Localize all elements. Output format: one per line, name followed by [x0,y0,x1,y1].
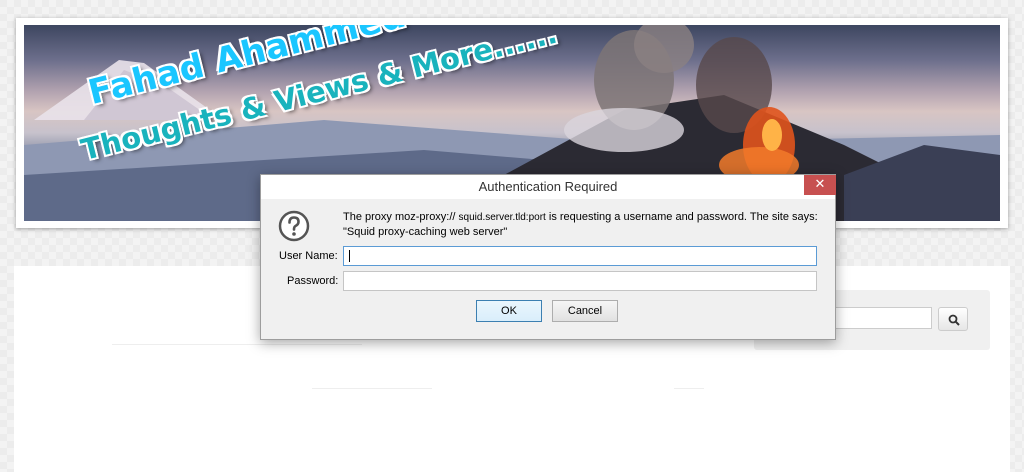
proxy-realm: "Squid proxy-caching web server" [343,226,508,238]
close-icon: ✕ [814,177,826,192]
auth-dialog: Authentication Required ✕ The proxy moz-… [260,174,836,340]
divider [312,388,432,389]
close-button[interactable]: ✕ [804,175,836,195]
question-icon [278,210,310,242]
search-icon [948,314,960,326]
search-button[interactable] [938,307,968,331]
divider [674,388,704,389]
password-field[interactable] [343,271,817,291]
ok-button[interactable]: OK [476,300,542,322]
cancel-button[interactable]: Cancel [552,300,618,322]
dialog-titlebar[interactable]: Authentication Required ✕ [261,175,836,199]
search-input[interactable] [820,307,932,329]
username-label: User Name: [279,250,338,262]
dialog-title: Authentication Required [478,179,618,194]
password-label: Password: [287,275,339,287]
username-field[interactable] [343,246,817,266]
divider [112,344,362,345]
auth-message: The proxy moz-proxy:// squid.server.tld:… [343,210,823,239]
proxy-host: squid.server.tld:port [458,212,546,223]
message-prefix: The proxy moz-proxy:// [343,211,456,223]
dialog-body: The proxy moz-proxy:// squid.server.tld:… [263,199,833,337]
message-suffix: is requesting a username and password. T… [548,211,818,223]
text-caret [349,250,350,262]
